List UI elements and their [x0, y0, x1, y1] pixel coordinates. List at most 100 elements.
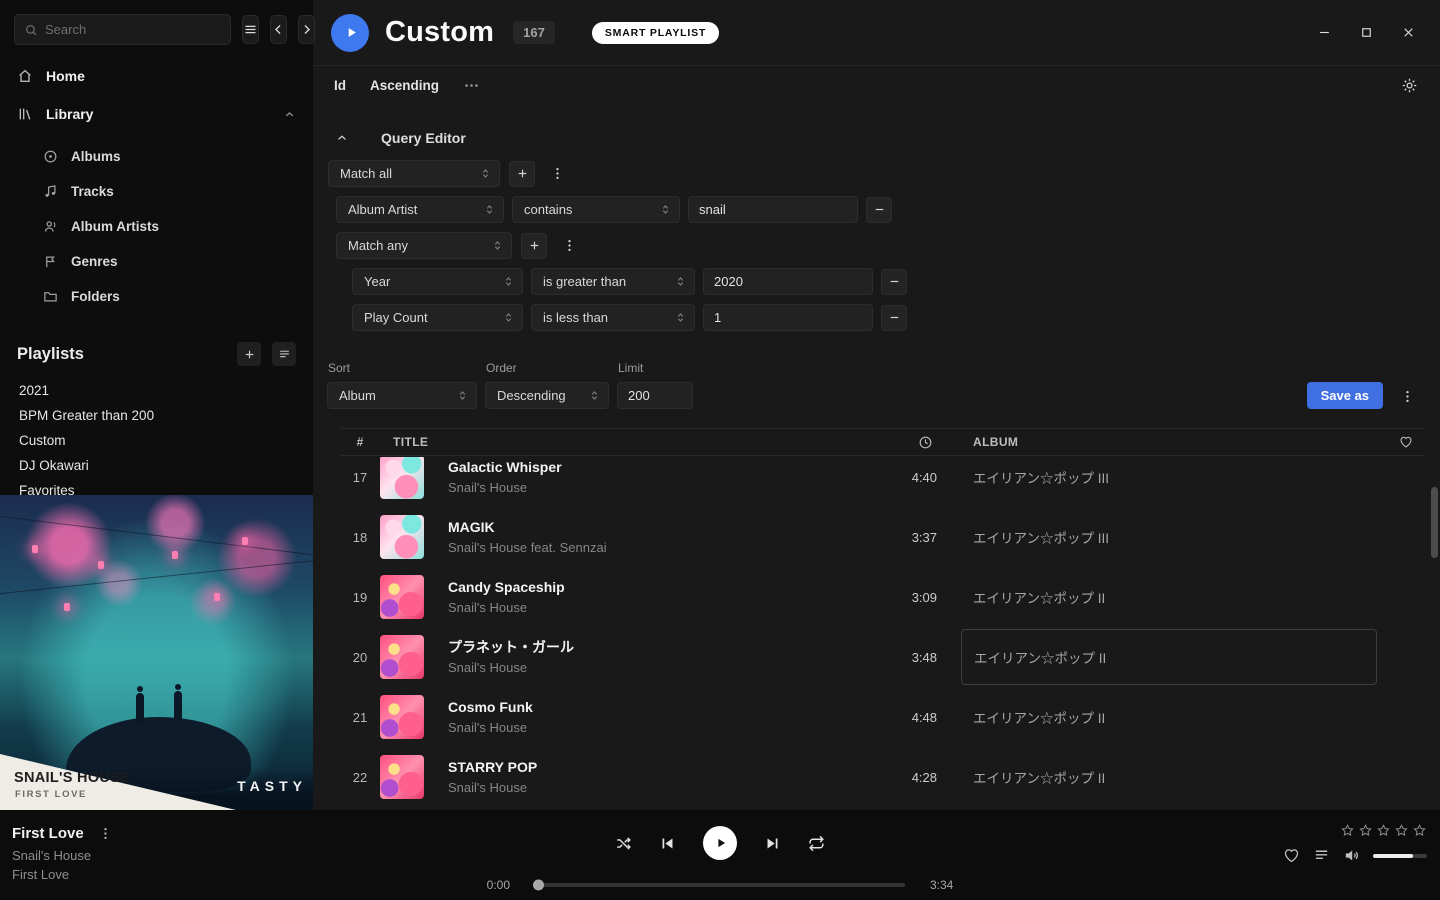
sidebar-item-tracks[interactable]: Tracks — [0, 174, 313, 209]
table-row[interactable]: 19Candy SpaceshipSnail's House3:09エイリアン☆… — [340, 567, 1425, 627]
star-icon[interactable] — [1394, 823, 1409, 838]
track-artist[interactable]: Snail's House — [448, 600, 857, 615]
limit-input[interactable] — [617, 382, 693, 409]
field-select[interactable]: Year — [352, 268, 523, 295]
previous-track-icon[interactable] — [659, 835, 676, 852]
track-title[interactable]: Cosmo Funk — [448, 699, 857, 717]
seek-handle[interactable] — [533, 880, 544, 891]
favorite-heart-icon[interactable] — [1283, 847, 1300, 864]
volume-slider[interactable] — [1373, 854, 1427, 858]
track-artist[interactable]: Snail's House — [448, 660, 857, 675]
track-title[interactable]: プラネット・ガール — [448, 639, 857, 657]
star-icon[interactable] — [1340, 823, 1355, 838]
chevron-up-icon[interactable] — [283, 108, 296, 121]
nav-forward-button[interactable] — [298, 15, 315, 44]
track-title[interactable]: Galactic Whisper — [448, 459, 857, 477]
lantern — [98, 561, 104, 569]
repeat-icon[interactable] — [808, 835, 825, 852]
sidebar-item-folders[interactable]: Folders — [0, 279, 313, 314]
track-artist[interactable]: Snail's House feat. Sennzai — [448, 540, 857, 555]
query-rule-row: Year is greater than — [352, 268, 1440, 295]
track-title[interactable]: STARRY POP — [448, 759, 857, 777]
search-box[interactable] — [14, 14, 231, 45]
column-index[interactable]: # — [340, 435, 380, 449]
rule-value-input[interactable] — [703, 304, 873, 331]
main-panel: Custom 167 SMART PLAYLIST Id Ascending Q… — [313, 0, 1440, 810]
lantern-string — [0, 554, 313, 598]
star-icon[interactable] — [1376, 823, 1391, 838]
sidebar-item-home[interactable]: Home — [0, 57, 313, 95]
playlist-item[interactable]: DJ Okawari — [0, 453, 313, 478]
queue-list-icon[interactable] — [1313, 847, 1330, 864]
table-row[interactable]: 17Galactic WhisperSnail's House4:40エイリアン… — [340, 457, 1425, 507]
rule-value-input[interactable] — [688, 196, 858, 223]
sidebar-item-library[interactable]: Library — [0, 95, 313, 133]
track-artist[interactable]: Snail's House — [448, 780, 857, 795]
table-row[interactable]: 20プラネット・ガールSnail's House3:48エイリアン☆ポップ II — [340, 627, 1425, 687]
settings-gear-icon[interactable] — [1401, 77, 1418, 94]
close-icon[interactable] — [1401, 25, 1416, 40]
sort-field-button[interactable]: Id — [334, 78, 346, 93]
sort-select[interactable]: Album — [327, 382, 477, 409]
column-duration[interactable] — [857, 435, 937, 450]
add-group-rule-button[interactable] — [521, 233, 547, 259]
volume-icon[interactable] — [1343, 847, 1360, 864]
save-as-button[interactable]: Save as — [1307, 382, 1383, 409]
playlist-item[interactable]: 2021 — [0, 378, 313, 403]
remove-rule-button[interactable] — [866, 197, 892, 223]
play-playlist-button[interactable] — [331, 14, 369, 52]
shuffle-icon[interactable] — [615, 835, 632, 852]
column-title[interactable]: TITLE — [380, 435, 857, 449]
search-icon — [24, 23, 38, 37]
sort-direction-button[interactable]: Ascending — [370, 78, 439, 93]
sidebar-item-album-artists[interactable]: Album Artists — [0, 209, 313, 244]
table-row[interactable]: 21Cosmo FunkSnail's House4:48エイリアン☆ポップ I… — [340, 687, 1425, 747]
play-icon — [344, 25, 359, 40]
minus-icon — [888, 275, 901, 288]
track-artist[interactable]: Snail's House — [448, 480, 857, 495]
operator-select[interactable]: is less than — [531, 304, 695, 331]
track-title[interactable]: MAGIK — [448, 519, 857, 537]
track-artist[interactable]: Snail's House — [448, 720, 857, 735]
playlist-item[interactable]: BPM Greater than 200 — [0, 403, 313, 428]
remove-rule-button[interactable] — [881, 269, 907, 295]
group-match-type-select[interactable]: Match any — [336, 232, 512, 259]
operator-select[interactable]: is greater than — [531, 268, 695, 295]
add-rule-button[interactable] — [509, 161, 535, 187]
save-menu-button[interactable] — [1394, 383, 1420, 409]
column-favorite[interactable] — [1387, 435, 1425, 449]
playlist-item[interactable]: Custom — [0, 428, 313, 453]
rule-value-input[interactable] — [703, 268, 873, 295]
table-row[interactable]: 18MAGIKSnail's House feat. Sennzai3:37エイ… — [340, 507, 1425, 567]
add-playlist-button[interactable] — [237, 342, 261, 366]
album-cell-editor[interactable]: エイリアン☆ポップ II — [961, 629, 1377, 685]
scrollbar-thumb[interactable] — [1431, 487, 1438, 558]
sidebar-item-albums[interactable]: Albums — [0, 139, 313, 174]
operator-select[interactable]: contains — [512, 196, 680, 223]
chevron-updown-icon — [674, 275, 687, 288]
playlist-list-button[interactable] — [272, 342, 296, 366]
rule-menu-button[interactable] — [544, 161, 570, 187]
remove-rule-button[interactable] — [881, 305, 907, 331]
star-icon[interactable] — [1412, 823, 1427, 838]
column-album[interactable]: ALBUM — [937, 435, 1387, 449]
menu-button[interactable] — [242, 15, 259, 44]
nav-back-button[interactable] — [270, 15, 287, 44]
more-options-icon[interactable] — [463, 77, 480, 94]
field-select[interactable]: Album Artist — [336, 196, 504, 223]
collapse-query-editor-button[interactable] — [328, 127, 356, 149]
minimize-icon[interactable] — [1317, 25, 1332, 40]
group-menu-button[interactable] — [556, 233, 582, 259]
search-input[interactable] — [45, 22, 221, 37]
seek-bar[interactable] — [535, 883, 905, 887]
maximize-icon[interactable] — [1359, 25, 1374, 40]
table-row[interactable]: 22STARRY POPSnail's House4:28エイリアン☆ポップ I… — [340, 747, 1425, 807]
match-type-select[interactable]: Match all — [328, 160, 500, 187]
play-pause-button[interactable] — [703, 826, 737, 860]
sidebar-item-genres[interactable]: Genres — [0, 244, 313, 279]
next-track-icon[interactable] — [764, 835, 781, 852]
star-icon[interactable] — [1358, 823, 1373, 838]
track-title[interactable]: Candy Spaceship — [448, 579, 857, 597]
field-select[interactable]: Play Count — [352, 304, 523, 331]
order-select[interactable]: Descending — [485, 382, 609, 409]
